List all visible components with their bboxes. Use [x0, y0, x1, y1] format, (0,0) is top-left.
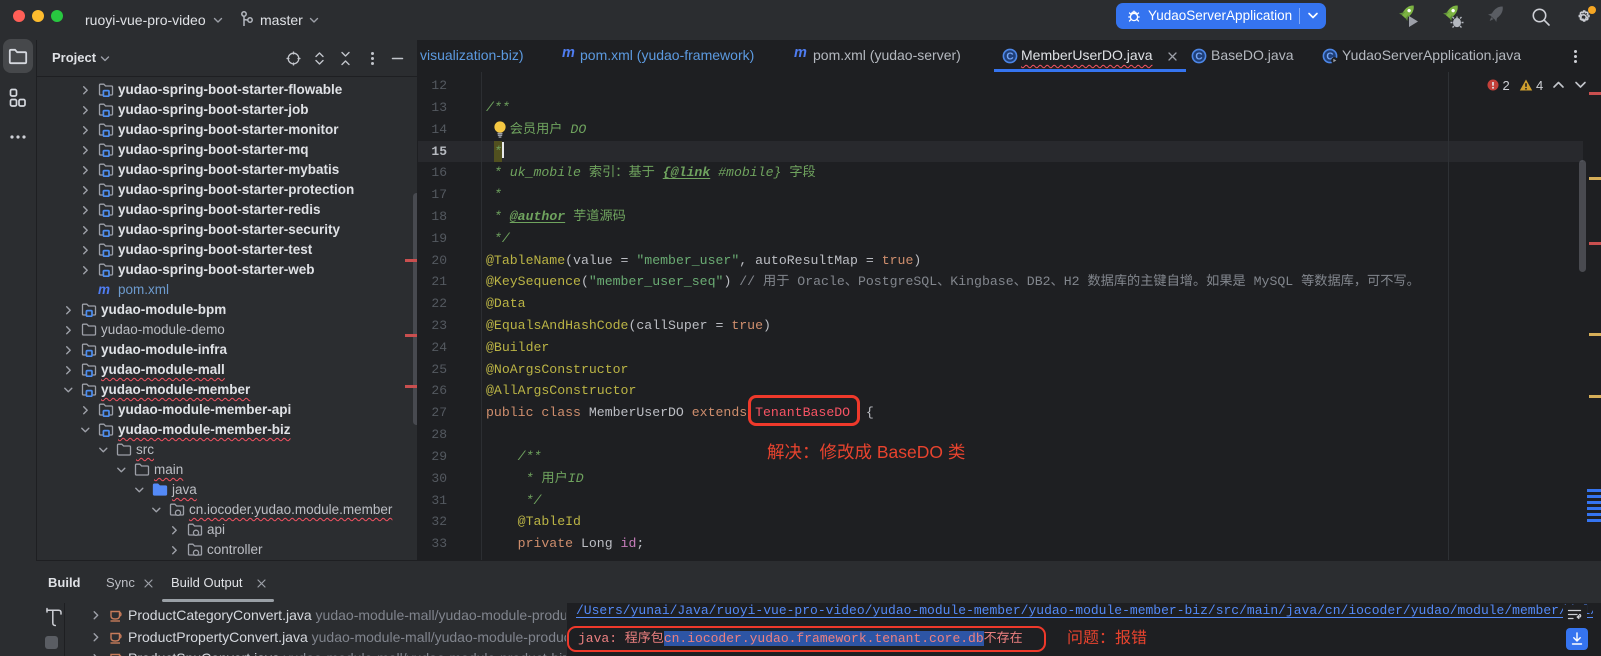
svg-text:C: C [1006, 52, 1013, 63]
svg-text:2: 2 [1503, 78, 1510, 93]
svg-text:4: 4 [1536, 78, 1543, 93]
svg-text:C: C [1195, 52, 1202, 63]
svg-text:m: m [98, 282, 110, 297]
